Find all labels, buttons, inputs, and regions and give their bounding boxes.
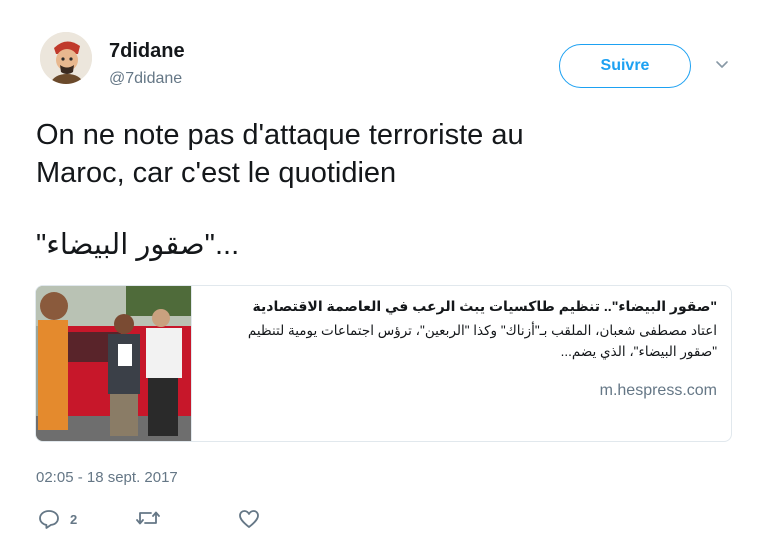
tweet-quote: "صقور البيضاء"...	[36, 229, 240, 261]
card-title: "صقور البيضاء".. تنظيم طاكسيات يبث الرعب…	[252, 298, 717, 314]
user-handle[interactable]: @7didane	[109, 70, 182, 88]
link-card[interactable]: "صقور البيضاء".. تنظيم طاكسيات يبث الرعب…	[35, 285, 732, 442]
tweet-text: On ne note pas d'attaque terroriste au M…	[36, 116, 736, 264]
avatar-image	[40, 32, 92, 84]
tweet-text-line: Maroc, car c'est le quotidien	[36, 157, 397, 189]
card-thumbnail	[36, 286, 192, 441]
card-description: اعتاد مصطفى شعبان، الملقب بـ"أزناك" وكذا…	[196, 320, 717, 362]
chevron-down-icon[interactable]	[715, 60, 729, 70]
reply-count: 2	[70, 511, 78, 527]
avatar[interactable]	[40, 32, 92, 84]
card-description-line: "صقور البيضاء"، الذي يضم...	[560, 344, 717, 359]
reply-button[interactable]: 2	[38, 509, 77, 529]
retweet-icon	[136, 511, 160, 525]
follow-button[interactable]: Suivre	[559, 44, 691, 88]
card-domain: m.hespress.com	[599, 382, 717, 399]
heart-icon	[239, 510, 259, 528]
tweet-timestamp[interactable]: 02:05 - 18 sept. 2017	[36, 469, 178, 486]
card-description-line: اعتاد مصطفى شعبان، الملقب بـ"أزناك" وكذا…	[247, 323, 717, 338]
like-button[interactable]	[238, 509, 260, 529]
reply-icon	[39, 510, 59, 529]
tweet-text-line: On ne note pas d'attaque terroriste au	[36, 119, 524, 151]
card-body: "صقور البيضاء".. تنظيم طاكسيات يبث الرعب…	[196, 296, 717, 362]
display-name[interactable]: 7didane	[109, 40, 185, 63]
retweet-button[interactable]	[136, 509, 160, 527]
